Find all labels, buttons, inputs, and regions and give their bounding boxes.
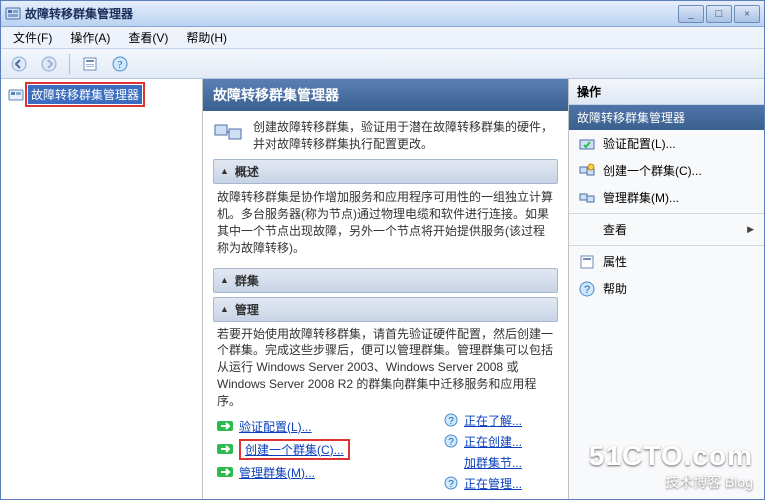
help-small-icon: ? [444,476,458,490]
center-pane: 故障转移群集管理器 创建故障转移群集，验证用于潜在故障转移群集的硬件，并对故障转… [203,79,568,499]
action-view[interactable]: 查看 ▶ [569,216,764,243]
back-button[interactable] [7,52,31,76]
action-properties-label: 属性 [603,253,627,270]
section-management-label: 管理 [235,301,259,318]
actions-separator [569,245,764,246]
action-properties[interactable]: 属性 [569,248,764,275]
action-manage-cluster[interactable]: 管理群集(M)... [569,184,764,211]
forward-button[interactable] [37,52,61,76]
section-management: ▲ 管理 若要开始使用故障转移群集，请首先验证硬件配置，然后创建一个群集。完成这… [213,297,558,499]
create-icon [217,441,233,457]
chevron-up-icon: ▲ [220,304,229,314]
cluster-large-icon [213,119,245,151]
action-help[interactable]: ? 帮助 [569,275,764,302]
overview-text: 故障转移群集是协作增加服务和应用程序可用性的一组独立计算机。多台服务器(称为节点… [213,184,558,264]
window-title: 故障转移群集管理器 [25,5,678,22]
app-window: 故障转移群集管理器 _ □ × 文件(F) 操作(A) 查看(V) 帮助(H) … [0,0,765,500]
actions-group-header: 故障转移群集管理器 [569,105,764,130]
actions-separator [569,213,764,214]
section-clusters: ▲ 群集 [213,268,558,293]
link-manage-cluster[interactable]: 管理群集(M)... [217,462,444,483]
action-validate[interactable]: 验证配置(L)... [569,130,764,157]
menu-action[interactable]: 操作(A) [62,27,118,48]
svg-text:?: ? [448,416,454,427]
chevron-right-icon: ▶ [747,224,754,235]
action-help-label: 帮助 [603,280,627,297]
svg-text:?: ? [448,437,454,448]
section-clusters-header[interactable]: ▲ 群集 [213,268,558,293]
chevron-up-icon: ▲ [220,166,229,176]
tree-root-label: 故障转移群集管理器 [28,85,142,104]
action-manage-cluster-label: 管理群集(M)... [603,189,679,206]
help-link-addnode[interactable]: 加群集节... [464,454,522,471]
menu-view[interactable]: 查看(V) [120,27,176,48]
watermark: 51CTO.com 技术博客 Blog [589,440,753,492]
manage-cluster-icon [579,190,595,206]
menubar: 文件(F) 操作(A) 查看(V) 帮助(H) [1,27,764,49]
section-overview: ▲ 概述 故障转移群集是协作增加服务和应用程序可用性的一组独立计算机。多台服务器… [213,159,558,264]
toolbar: ? [1,49,764,79]
cluster-icon [8,87,24,103]
action-validate-label: 验证配置(L)... [603,135,676,152]
help-icon: ? [579,281,595,297]
tree-root-node[interactable]: 故障转移群集管理器 [5,83,198,106]
link-validate[interactable]: 验证配置(L)... [217,416,444,437]
action-create-cluster-label: 创建一个群集(C)... [603,162,702,179]
watermark-big: 51CTO.com [589,440,753,472]
actions-pane: 操作 故障转移群集管理器 验证配置(L)... 创建一个群集(C)... 管理群… [568,79,764,499]
link-create-cluster[interactable]: 创建一个群集(C)... [217,437,444,462]
minimize-button[interactable]: _ [678,5,704,23]
management-text: 若要开始使用故障转移群集，请首先验证硬件配置，然后创建一个群集。完成这些步骤后，… [217,326,554,410]
titlebar: 故障转移群集管理器 _ □ × [1,1,764,27]
help-link-migrate[interactable]: 从群集迁... [464,496,522,499]
maximize-button[interactable]: □ [706,5,732,23]
help-link-managing[interactable]: ? 正在管理... [444,475,522,492]
actions-pane-title: 操作 [569,79,764,105]
action-create-cluster[interactable]: 创建一个群集(C)... [569,157,764,184]
validate-icon [579,136,595,152]
app-icon [5,6,21,22]
section-clusters-label: 群集 [235,272,259,289]
help-small-icon: ? [444,413,458,427]
close-button[interactable]: × [734,5,760,23]
create-cluster-icon [579,163,595,179]
center-title: 故障转移群集管理器 [203,79,568,111]
svg-text:?: ? [118,59,123,71]
help-small-icon: ? [444,434,458,448]
properties-button[interactable] [78,52,102,76]
manage-icon [217,464,233,480]
intro-text: 创建故障转移群集，验证用于潜在故障转移群集的硬件，并对故障转移群集执行配置更改。 [253,119,558,153]
section-overview-header[interactable]: ▲ 概述 [213,159,558,184]
action-view-label: 查看 [603,221,627,238]
watermark-small: 技术博客 Blog [589,472,753,492]
section-overview-label: 概述 [235,163,259,180]
svg-text:?: ? [448,479,454,490]
toolbar-separator [69,54,70,74]
validate-icon [217,418,233,434]
help-link-learn[interactable]: ? 正在了解... [444,412,522,429]
body-split: 故障转移群集管理器 故障转移群集管理器 创建故障转移群集，验证用于潜在故障转移群… [1,79,764,499]
help-button[interactable]: ? [108,52,132,76]
menu-help[interactable]: 帮助(H) [178,27,235,48]
properties-icon [579,254,595,270]
chevron-up-icon: ▲ [220,275,229,285]
tree-pane: 故障转移群集管理器 [1,79,203,499]
help-link-creating[interactable]: ? 正在创建... [444,433,522,450]
section-management-header[interactable]: ▲ 管理 [213,297,558,322]
menu-file[interactable]: 文件(F) [5,27,60,48]
svg-text:?: ? [584,284,590,296]
